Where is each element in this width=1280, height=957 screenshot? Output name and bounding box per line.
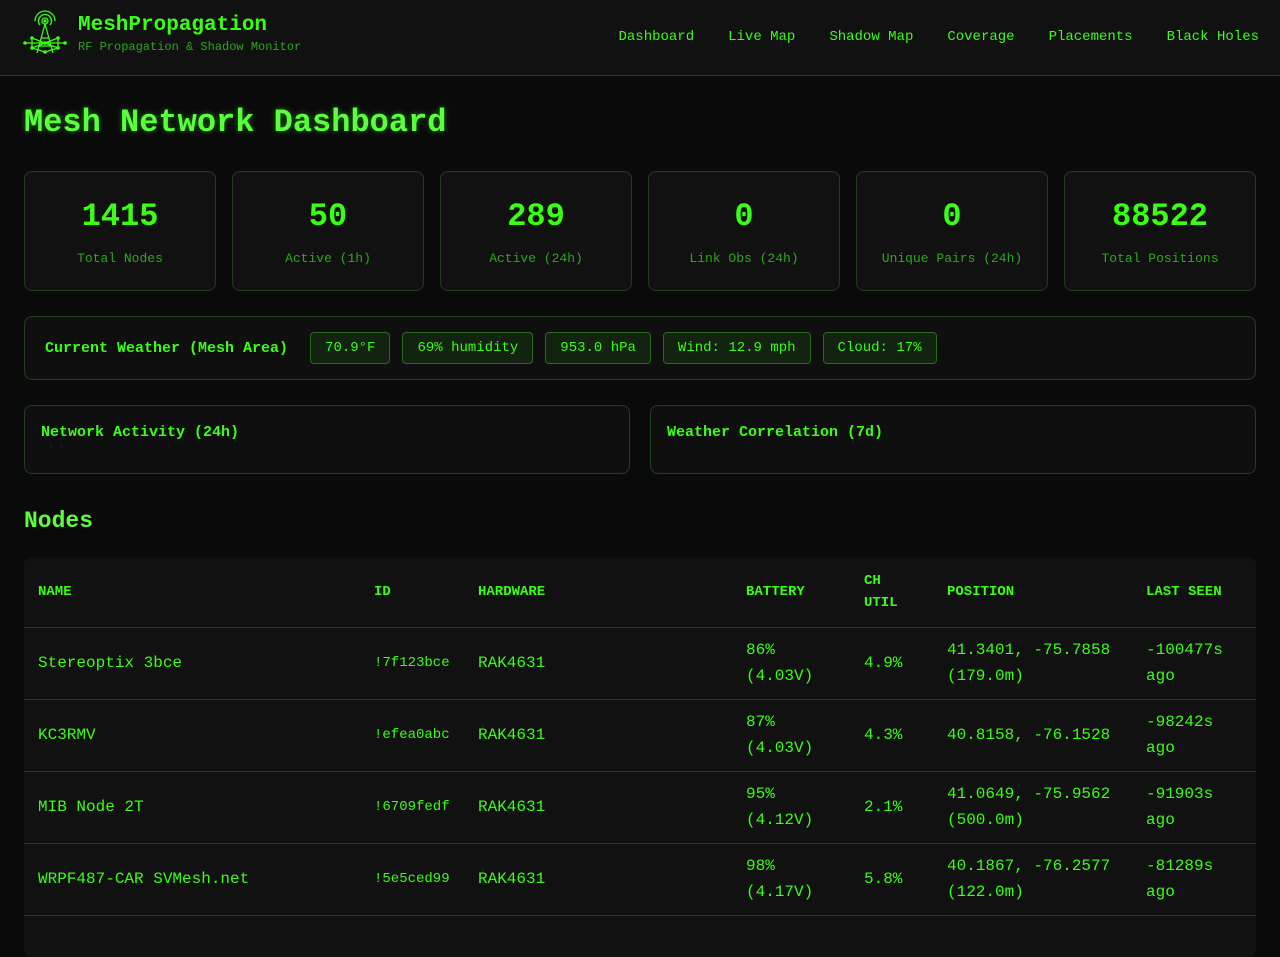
cell-hardware: RAK4631 xyxy=(464,771,732,844)
cell-name: KC3RMV xyxy=(24,699,360,772)
table-row[interactable]: MIB Node 2T !6709fedf RAK4631 95% (4.12V… xyxy=(24,771,1256,844)
cell-position: 41.3401, -75.7858 (179.0m) xyxy=(933,627,1132,700)
weather-title: Current Weather (Mesh Area) xyxy=(45,339,289,357)
stat-label: Total Nodes xyxy=(77,251,163,266)
col-header-last-seen[interactable]: LAST SEEN xyxy=(1132,557,1256,628)
cell-battery: 86% (4.03V) xyxy=(732,627,850,700)
nav-black-holes[interactable]: Black Holes xyxy=(1133,27,1259,47)
cell-name: MIB Node 2T xyxy=(24,771,360,844)
cell-position: 40.1867, -76.2577 (122.0m) xyxy=(933,843,1132,916)
cell-id: !efea0abc xyxy=(360,699,464,772)
table-row[interactable]: WRPF487-CAR SVMesh.net !5e5ced99 RAK4631… xyxy=(24,843,1256,916)
col-header-hardware[interactable]: HARDWARE xyxy=(464,557,732,628)
weather-cloud: Cloud: 17% xyxy=(822,332,937,364)
cell-id: !6709fedf xyxy=(360,771,464,844)
stat-value: 0 xyxy=(734,198,754,235)
stat-label: Link Obs (24h) xyxy=(689,251,799,266)
weather-wind: Wind: 12.9 mph xyxy=(662,332,811,364)
stat-card-active-1h: 50 Active (1h) xyxy=(232,171,424,291)
network-activity-panel: Network Activity (24h) xyxy=(24,405,630,474)
nodes-section-title: Nodes xyxy=(24,508,94,534)
cell-name: Stereoptix 3bce xyxy=(24,627,360,700)
col-header-battery[interactable]: BATTERY xyxy=(732,557,850,628)
panel-title: Network Activity (24h) xyxy=(41,424,240,441)
radio-tower-mesh-icon xyxy=(22,9,68,57)
brand-name: MeshPropagation xyxy=(78,14,268,37)
weather-humidity: 69% humidity xyxy=(402,332,534,364)
brand-subtitle: RF Propagation & Shadow Monitor xyxy=(78,40,302,54)
stat-card-active-24h: 289 Active (24h) xyxy=(440,171,632,291)
nav-shadow-map[interactable]: Shadow Map xyxy=(795,27,913,47)
stat-card-total-nodes: 1415 Total Nodes xyxy=(24,171,216,291)
brand[interactable]: MeshPropagation RF Propagation & Shadow … xyxy=(22,9,301,57)
cell-id: !7f123bce xyxy=(360,627,464,700)
nav-coverage[interactable]: Coverage xyxy=(913,27,1014,47)
stat-card-unique-pairs: 0 Unique Pairs (24h) xyxy=(856,171,1048,291)
cell-hardware: RAK4631 xyxy=(464,843,732,916)
cell-ch-util: 5.8% xyxy=(850,843,933,916)
col-header-id[interactable]: ID xyxy=(360,557,464,628)
nav-live-map[interactable]: Live Map xyxy=(694,27,795,47)
panel-title: Weather Correlation (7d) xyxy=(667,424,884,441)
col-header-ch-util[interactable]: CH UTIL xyxy=(850,557,933,628)
cell-hardware: RAK4631 xyxy=(464,627,732,700)
cell-position: 41.0649, -75.9562 (500.0m) xyxy=(933,771,1132,844)
stat-value: 88522 xyxy=(1111,198,1208,235)
top-navbar: MeshPropagation RF Propagation & Shadow … xyxy=(0,0,1280,76)
cell-ch-util: 4.3% xyxy=(850,699,933,772)
cell-hardware: RAK4631 xyxy=(464,699,732,772)
col-header-position[interactable]: POSITION xyxy=(933,557,1132,628)
weather-pressure: 953.0 hPa xyxy=(545,332,651,364)
cell-ch-util: 2.1% xyxy=(850,771,933,844)
nav-placements[interactable]: Placements xyxy=(1015,27,1133,47)
cell-battery: 87% (4.03V) xyxy=(732,699,850,772)
cell-ch-util: 4.9% xyxy=(850,627,933,700)
stat-label: Active (1h) xyxy=(285,251,371,266)
cell-last-seen: -81289s ago xyxy=(1132,843,1256,916)
nav-dashboard[interactable]: Dashboard xyxy=(584,27,694,47)
cell-id: !5e5ced99 xyxy=(360,843,464,916)
table-row[interactable]: Stereoptix 3bce !7f123bce RAK4631 86% (4… xyxy=(24,627,1256,700)
weather-bar: Current Weather (Mesh Area) 70.9°F 69% h… xyxy=(24,316,1256,380)
stat-value: 289 xyxy=(507,198,565,235)
page-title: Mesh Network Dashboard xyxy=(24,104,447,141)
table-header-row: NAME ID HARDWARE BATTERY CH UTIL POSITIO… xyxy=(24,557,1256,628)
stat-value: 0 xyxy=(942,198,962,235)
main-nav: Dashboard Live Map Shadow Map Coverage P… xyxy=(584,27,1259,47)
cell-last-seen: -91903s ago xyxy=(1132,771,1256,844)
stat-card-link-obs: 0 Link Obs (24h) xyxy=(648,171,840,291)
nodes-table-container: NAME ID HARDWARE BATTERY CH UTIL POSITIO… xyxy=(24,557,1256,957)
cell-battery: 95% (4.12V) xyxy=(732,771,850,844)
stat-label: Unique Pairs (24h) xyxy=(881,251,1023,266)
stat-card-total-positions: 88522 Total Positions xyxy=(1064,171,1256,291)
cell-name: WRPF487-CAR SVMesh.net xyxy=(24,843,360,916)
nodes-table: NAME ID HARDWARE BATTERY CH UTIL POSITIO… xyxy=(24,557,1256,916)
weather-correlation-panel: Weather Correlation (7d) xyxy=(650,405,1256,474)
cell-battery: 98% (4.17V) xyxy=(732,843,850,916)
stats-row: 1415 Total Nodes 50 Active (1h) 289 Acti… xyxy=(24,171,1256,291)
table-row[interactable]: KC3RMV !efea0abc RAK4631 87% (4.03V) 4.3… xyxy=(24,699,1256,772)
col-header-name[interactable]: NAME xyxy=(24,557,360,628)
stat-label: Total Positions xyxy=(1101,251,1219,266)
stat-label: Active (24h) xyxy=(489,251,583,266)
cell-last-seen: -100477s ago xyxy=(1132,627,1256,700)
stat-value: 50 xyxy=(308,198,348,235)
weather-temperature: 70.9°F xyxy=(310,332,391,364)
stat-value: 1415 xyxy=(81,198,159,235)
cell-position: 40.8158, -76.1528 xyxy=(933,699,1132,772)
cell-last-seen: -98242s ago xyxy=(1132,699,1256,772)
